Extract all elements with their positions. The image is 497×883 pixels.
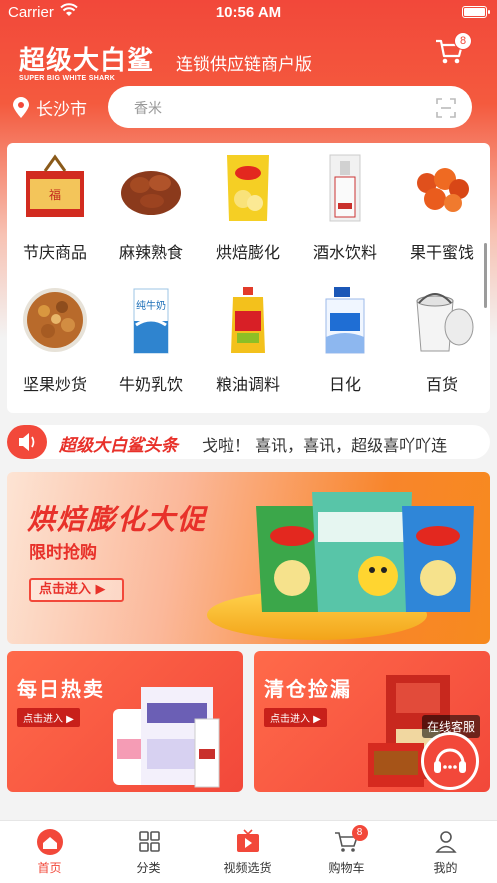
category-spicy-food[interactable]: 麻辣熟食 [103,153,199,263]
dairy-products-image [113,687,220,788]
category-label: 节庆商品 [22,243,87,262]
liquor-bottle-icon [310,153,380,223]
category-daily-chemicals[interactable]: 日化 [297,285,393,395]
promo-daily-hot[interactable]: 每日热卖 点击进入 ▶ [7,651,243,792]
search-input[interactable]: 香米 [108,86,472,128]
category-label: 坚果炒货 [22,375,87,394]
tab-home[interactable]: 首页 [0,829,99,876]
dried-fruit-icon [407,153,477,223]
news-ticker[interactable]: 超级大白鲨头条 戈啦！ 喜讯，喜讯，超级喜吖吖连 [7,425,490,459]
scan-icon[interactable] [436,98,456,118]
category-label: 粮油调料 [215,375,280,394]
category-dried-fruit[interactable]: 果干蜜饯 [394,153,490,263]
category-label: 烘焙膨化 [215,243,280,262]
banner-title: 烘焙膨化大促 [27,503,208,536]
tab-label: 首页 [37,861,62,875]
svg-text:纯牛奶: 纯牛奶 [136,299,166,312]
news-ticker-text: 戈啦！ 喜讯，喜讯，超级喜吖吖连 [202,436,448,455]
promo-title: 清仓捡漏 [264,677,352,701]
status-bar: Carrier 10:56 AM [0,0,497,26]
promo-enter-button[interactable]: 点击进入 ▶ [264,708,327,727]
brand-title: 超级大白鲨 [19,46,155,76]
cart-badge: 8 [351,825,368,841]
bucket-icon [407,285,477,355]
category-festival[interactable]: 福 节庆商品 [7,153,103,263]
category-label: 麻辣熟食 [118,243,183,262]
oil-bottle-icon [213,285,283,355]
tab-label: 分类 [136,861,161,875]
location-pin-icon [13,96,29,118]
category-scrollbar[interactable] [484,243,487,308]
nuts-icon [20,285,90,355]
battery-icon [462,6,490,18]
detergent-icon [310,285,380,355]
category-grid: 福 节庆商品 麻辣熟食 烘焙膨化 酒水饮料 果干蜜饯 坚果炒货 纯牛奶 牛奶乳饮… [7,143,490,413]
category-label: 百货 [425,375,458,394]
city-label: 长沙市 [36,100,87,120]
category-nuts[interactable]: 坚果炒货 [7,285,103,395]
brand-logo: 超级大白鲨 SUPER BIG WHITE SHARK [19,40,154,82]
cart-badge: 8 [454,32,472,50]
category-general-goods[interactable]: 百货 [394,285,490,395]
search-placeholder: 香米 [134,101,162,117]
news-headline-label: 超级大白鲨头条 [59,436,178,456]
headset-icon [434,748,466,773]
category-grain-oil[interactable]: 粮油调料 [200,285,296,395]
promo-title: 每日热卖 [17,677,105,701]
category-milk[interactable]: 纯牛奶 牛奶乳饮 [103,285,199,395]
location-selector[interactable]: 长沙市 [12,95,87,120]
video-icon [233,829,263,855]
app-edition-label: 连锁供应链商户版 [176,55,312,75]
grid-icon [134,829,164,855]
online-service-button[interactable] [421,732,479,790]
milk-carton-icon: 纯牛奶 [116,285,186,355]
tab-label: 购物车 [328,861,365,875]
person-icon [431,829,461,855]
category-drinks[interactable]: 酒水饮料 [297,153,393,263]
promo-banner-bakery[interactable]: 烘焙膨化大促 限时抢购 点击进入 ▶ [7,472,490,644]
header-cart-button[interactable]: 8 [434,32,472,68]
cart-icon: 8 [332,825,368,855]
tab-cart[interactable]: 8 购物车 [297,825,396,876]
chips-products-image [256,492,474,612]
tab-profile[interactable]: 我的 [396,829,495,876]
tab-label: 视频选货 [223,861,272,875]
category-bakery[interactable]: 烘焙膨化 [200,153,296,263]
tab-video[interactable]: 视频选货 [198,829,297,876]
gift-box-icon: 福 [20,153,90,223]
category-label: 酒水饮料 [312,243,377,262]
category-label: 果干蜜饯 [409,243,474,262]
clock: 10:56 AM [215,4,282,21]
banner-enter-button[interactable]: 点击进入 ▶ [29,578,124,602]
svg-text:福: 福 [49,187,61,202]
category-label: 牛奶乳饮 [118,375,183,394]
category-label: 日化 [328,375,361,394]
speaker-icon [7,425,47,459]
tab-category[interactable]: 分类 [99,829,198,876]
banner-subtitle: 限时抢购 [29,543,97,563]
braised-meat-icon [116,153,186,223]
bottom-tab-bar: 首页 分类 视频选货 8 购物车 我的 [0,820,497,883]
tab-label: 我的 [433,861,458,875]
chips-bag-icon [213,153,283,223]
promo-enter-button[interactable]: 点击进入 ▶ [17,708,80,727]
home-icon [35,829,65,855]
